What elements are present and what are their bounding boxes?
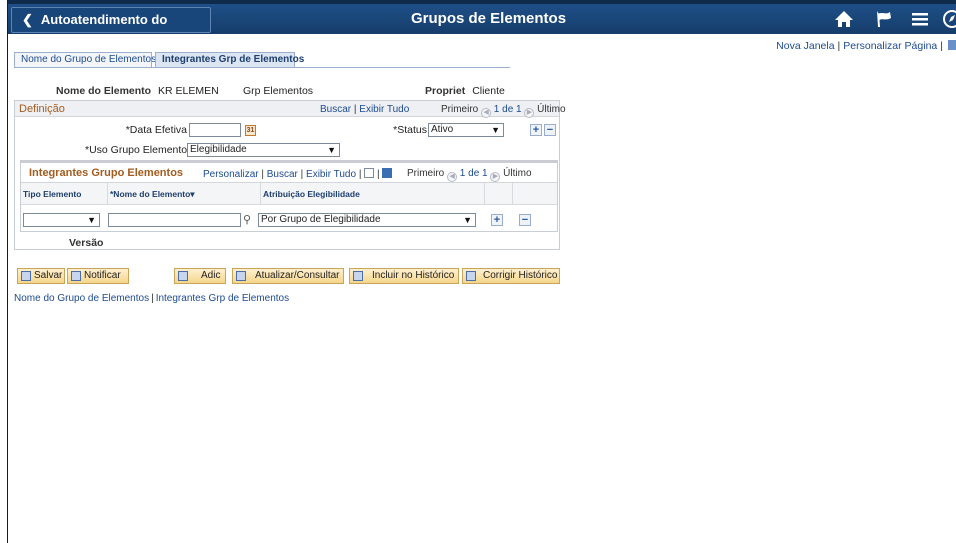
definition-last-label: Último <box>537 104 566 115</box>
element-name-value: KR ELEMEN <box>158 85 219 97</box>
group-usage-value: Elegibilidade <box>190 144 247 155</box>
lookup-search-icon[interactable]: ⚲ <box>243 213 251 226</box>
chevron-down-icon: ▼ <box>491 125 500 135</box>
grid-first-label: Primeiro <box>407 168 445 179</box>
grid-personalize-link[interactable]: Personalizar <box>203 169 259 180</box>
column-element-name[interactable]: *Nome do Elemento▾ <box>108 183 261 205</box>
grid-view-all-link[interactable]: Exibir Tudo <box>306 169 356 180</box>
bottom-tab-links: Nome do Grupo de Elementos | Integrantes G… <box>14 293 290 304</box>
next-icon[interactable]: ▶ <box>524 108 535 118</box>
grid-delete-row-button[interactable]: − <box>519 214 531 226</box>
tab-underline <box>14 67 510 68</box>
definition-header: Definição Buscar | Exibir Tudo Primeiro … <box>15 101 566 118</box>
new-window-link[interactable]: Nova Janela <box>776 40 834 52</box>
column-eligibility-assignment: Atribuição Elegibilidade <box>261 183 485 205</box>
update-icon <box>236 271 246 281</box>
element-name-label: Nome do Elemento <box>56 85 152 97</box>
back-button[interactable]: ❮ Autoatendimento do Gerente <box>11 7 211 51</box>
include-history-button[interactable]: Incluir no Histórico <box>349 268 459 284</box>
previous-icon[interactable]: ◀ <box>481 108 492 118</box>
page-help-icon[interactable] <box>948 40 956 50</box>
grid-last-label: Último <box>503 168 532 179</box>
update-display-button[interactable]: Atualizar/Consultar <box>232 268 344 284</box>
eligibility-select[interactable]: Por Grupo de Elegibilidade ▼ <box>258 213 476 227</box>
definition-first-label: Primeiro <box>441 104 479 115</box>
zoom-grid-icon[interactable] <box>364 168 375 178</box>
grid-pager: Primeiro ◀ 1 de 1 ▶ Último <box>407 168 532 182</box>
add-button[interactable]: Adic <box>174 268 226 284</box>
add-icon <box>178 271 188 281</box>
group-usage-select[interactable]: Elegibilidade ▼ <box>187 143 340 157</box>
version-label: Versão <box>69 237 104 249</box>
notify-icon <box>71 271 81 281</box>
status-label: *Status <box>393 124 427 136</box>
owner-summary: Propriet Cliente <box>425 85 505 97</box>
chevron-down-icon: ▼ <box>87 215 96 225</box>
status-select[interactable]: Ativo ▼ <box>428 123 504 137</box>
definition-title: Definição <box>19 103 65 115</box>
history-icon <box>353 271 363 281</box>
definition-nav: Buscar | Exibir Tudo <box>320 104 410 115</box>
window-border <box>7 0 8 543</box>
delete-row-button[interactable]: − <box>544 124 556 136</box>
owner-label: Propriet <box>425 85 466 97</box>
menu-icon[interactable] <box>911 9 929 29</box>
effective-date-label: *Data Efetiva <box>125 124 187 136</box>
navbar-icon[interactable] <box>942 9 956 29</box>
group-usage-label: *Uso Grupo Elementos <box>85 144 193 156</box>
tab-element-group-name[interactable]: Nome do Grupo de Elementos <box>14 52 156 68</box>
members-grid-nav: Personalizar | Buscar | Exibir Tudo | | <box>203 168 393 180</box>
members-grid-title: Integrantes Grupo Elementos <box>29 167 184 179</box>
flag-icon[interactable] <box>874 9 894 29</box>
effective-date-input[interactable] <box>189 123 241 137</box>
grid-add-row-button[interactable]: + <box>491 214 503 226</box>
element-type-select[interactable]: ▼ <box>23 213 100 227</box>
download-excel-icon[interactable] <box>382 168 393 178</box>
personalize-page-link[interactable]: Personalizar Página <box>843 40 937 52</box>
bottom-link-group-name[interactable]: Nome do Grupo de Elementos <box>14 293 149 304</box>
correct-history-icon <box>466 271 476 281</box>
members-grid-header: Integrantes Grupo Elementos Personalizar… <box>21 163 557 183</box>
add-row-button[interactable]: + <box>530 124 542 136</box>
notify-button[interactable]: Notificar <box>67 268 129 284</box>
definition-view-all-link[interactable]: Exibir Tudo <box>359 104 409 115</box>
element-name-input[interactable] <box>108 213 241 227</box>
group-label: Grp Elementos <box>243 85 314 97</box>
next-icon[interactable]: ▶ <box>490 172 501 182</box>
grid-find-link[interactable]: Buscar <box>267 169 298 180</box>
tab-element-group-members[interactable]: Integrantes Grp de Elementos <box>155 52 304 68</box>
top-links: Nova Janela | Personalizar Página | <box>776 40 956 52</box>
owner-value: Cliente <box>472 85 505 97</box>
definition-section: Definição Buscar | Exibir Tudo Primeiro … <box>14 100 566 250</box>
home-icon[interactable] <box>834 9 854 29</box>
definition-find-link[interactable]: Buscar <box>320 104 351 115</box>
bottom-link-group-members[interactable]: Integrantes Grp de Elementos <box>156 293 289 304</box>
status-select-value: Ativo <box>431 124 454 135</box>
column-element-type: Tipo Elemento <box>21 183 108 205</box>
element-name-summary: Nome do Elemento KR ELEMEN <box>56 85 219 97</box>
save-button[interactable]: Salvar <box>17 268 65 284</box>
definition-page-info: 1 de 1 <box>493 104 522 115</box>
page-title: Grupos de Elementos <box>411 10 567 27</box>
correct-history-button[interactable]: Corrigir Histórico <box>462 268 560 284</box>
chevron-down-icon: ▼ <box>463 215 472 225</box>
eligibility-value: Por Grupo de Elegibilidade <box>261 214 381 225</box>
save-icon <box>21 271 31 281</box>
back-button-label: Autoatendimento do Gerente <box>22 12 168 51</box>
previous-icon[interactable]: ◀ <box>447 172 458 182</box>
definition-pager: Primeiro ◀ 1 de 1 ▶ Último <box>441 104 566 118</box>
header-bar: ❮ Autoatendimento do Gerente Grupos de El… <box>8 0 956 51</box>
calendar-icon[interactable]: 31 <box>245 125 256 136</box>
chevron-down-icon: ▼ <box>327 145 336 155</box>
chevron-left-icon: ❮ <box>22 12 33 27</box>
members-grid: Integrantes Grupo Elementos Personalizar… <box>20 160 558 232</box>
grid-page-info: 1 de 1 <box>459 168 488 179</box>
